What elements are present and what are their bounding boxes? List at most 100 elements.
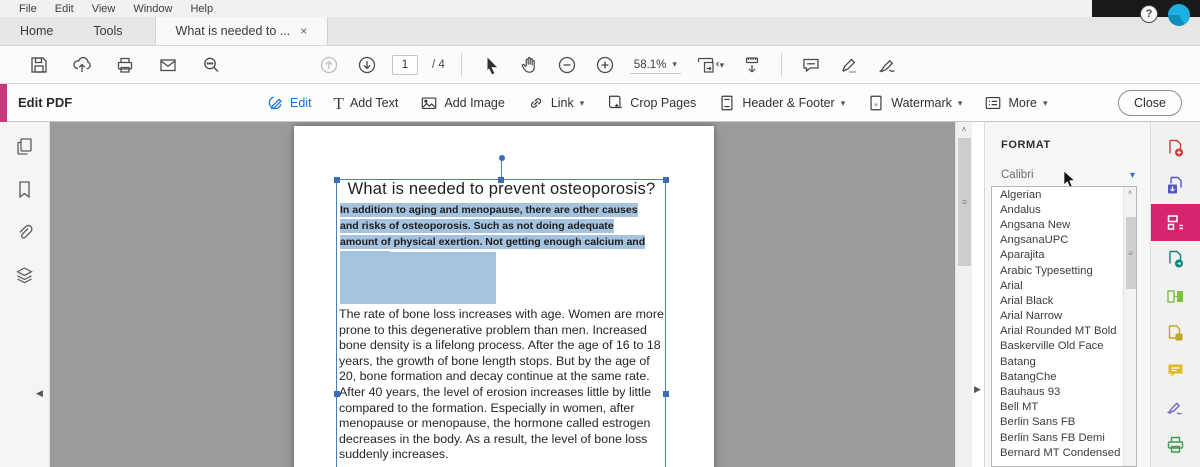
font-option[interactable]: Berlin Sans FB Demi — [992, 430, 1136, 445]
page-thumbnails-icon[interactable] — [14, 136, 35, 157]
search-icon[interactable] — [198, 52, 224, 78]
font-option[interactable]: Arabic Typesetting — [992, 263, 1136, 278]
edit-pdf-tool[interactable] — [1150, 204, 1200, 241]
selection-handle-top-right[interactable] — [662, 176, 669, 183]
font-option[interactable]: Batang — [992, 354, 1136, 369]
watermark-dropdown[interactable]: Watermark ▾ — [867, 94, 962, 112]
document-canvas[interactable]: What is needed to prevent osteoporosis? … — [50, 122, 955, 467]
hand-tool-button[interactable] — [516, 52, 542, 78]
selection-handle-top-left[interactable] — [333, 176, 340, 183]
fill-and-sign-tool[interactable] — [1151, 389, 1200, 426]
tab-close-icon[interactable]: × — [300, 25, 307, 37]
previous-page-button[interactable] — [316, 52, 342, 78]
tab-tools[interactable]: Tools — [73, 17, 142, 45]
font-option[interactable]: Bell MT — [992, 400, 1136, 415]
link-dropdown[interactable]: Link ▾ — [527, 94, 584, 112]
chevron-down-icon: ▾ — [672, 59, 677, 69]
edit-tool-button[interactable]: Edit — [266, 94, 312, 112]
crop-pages-button[interactable]: Crop Pages — [606, 94, 696, 112]
font-option[interactable]: Andalus — [992, 202, 1136, 217]
fit-width-button[interactable]: ▾ — [693, 52, 727, 78]
comment-tool-button[interactable] — [798, 52, 824, 78]
header-footer-dropdown[interactable]: Header & Footer ▾ — [718, 94, 845, 112]
bookmarks-icon[interactable] — [14, 179, 35, 200]
font-option[interactable]: BatangChe — [992, 369, 1136, 384]
crop-icon — [609, 95, 623, 109]
zoom-level-dropdown[interactable]: 58.1% ▾ — [629, 57, 681, 74]
scrolling-mode-button[interactable] — [739, 52, 765, 78]
chevron-down-icon: ▾ — [1129, 169, 1135, 181]
menu-item[interactable]: Help — [181, 3, 222, 15]
selection-handle-top-center[interactable] — [498, 176, 504, 183]
next-page-button[interactable] — [354, 52, 380, 78]
font-list-scrollbar-thumb[interactable]: ≡ — [1125, 217, 1136, 289]
sign-tool-button[interactable] — [874, 52, 900, 78]
chevron-down-icon: ▾ — [579, 97, 585, 108]
tab-document[interactable]: What is needed to ... × — [154, 17, 329, 45]
font-option[interactable]: Algerian — [992, 187, 1136, 202]
menu-item[interactable]: File — [10, 3, 46, 15]
add-text-button[interactable]: T Add Text — [334, 95, 399, 112]
attachments-icon[interactable] — [14, 222, 35, 243]
combine-files-tool[interactable] — [1151, 167, 1200, 204]
close-button[interactable]: Close — [1118, 90, 1182, 116]
save-button[interactable] — [26, 52, 52, 78]
selection-handle-middle-left[interactable] — [333, 391, 340, 397]
add-image-label: Add Image — [444, 96, 505, 110]
font-option[interactable]: Arial Narrow — [992, 309, 1136, 324]
comment-tool[interactable] — [1151, 352, 1200, 389]
selection-handle-middle-right[interactable] — [662, 391, 669, 397]
text-icon: T — [333, 93, 344, 113]
share-for-review-tool[interactable] — [1151, 315, 1200, 352]
menu-item[interactable]: View — [83, 3, 125, 15]
organize-pages-tool[interactable] — [1151, 278, 1200, 315]
tab-home[interactable]: Home — [0, 17, 73, 45]
menu-items: File Edit View Window Help — [10, 3, 222, 15]
selection-rotate-handle[interactable] — [498, 155, 505, 161]
document-scrollbar[interactable]: ˄ ≡ — [955, 122, 972, 467]
print-production-tool[interactable] — [1151, 426, 1200, 463]
help-icon[interactable]: ? — [1140, 5, 1158, 23]
edit-pdf-accent-bar — [0, 84, 7, 122]
font-option[interactable]: Arial Rounded MT Bold — [992, 324, 1136, 339]
email-button[interactable] — [155, 52, 181, 78]
layers-icon[interactable] — [14, 265, 35, 286]
font-option[interactable]: Arial — [992, 278, 1136, 293]
font-list-scrollbar[interactable]: ˄ ≡ — [1123, 187, 1136, 466]
font-list-scroll-up-icon[interactable]: ˄ — [1124, 187, 1136, 200]
scrollbar-thumb[interactable]: ≡ — [958, 138, 971, 266]
add-image-button[interactable]: Add Image — [420, 94, 505, 112]
font-option[interactable]: Aparajita — [992, 248, 1136, 263]
collapse-right-panel-icon[interactable]: ▶ — [974, 384, 981, 395]
chevron-down-icon: ▾ — [957, 97, 963, 108]
menu-item[interactable]: Window — [124, 3, 181, 15]
zoom-out-button[interactable] — [554, 52, 580, 78]
highlighter-tool-button[interactable] — [836, 52, 862, 78]
text-selection-box[interactable] — [333, 155, 669, 467]
font-option[interactable]: Arial Black — [992, 293, 1136, 308]
more-dropdown[interactable]: More ▾ — [984, 94, 1047, 112]
font-option[interactable]: Baskerville Old Face — [992, 339, 1136, 354]
font-option[interactable]: Bernard MT Condensed — [992, 445, 1136, 460]
collapse-left-panel-icon[interactable]: ◀ — [36, 388, 43, 399]
pdf-page[interactable]: What is needed to prevent osteoporosis? … — [294, 126, 714, 467]
export-pdf-tool[interactable] — [1151, 241, 1200, 278]
select-tool-button[interactable] — [478, 52, 504, 78]
font-option[interactable]: Berlin Sans FB — [992, 415, 1136, 430]
font-list[interactable]: Algerian Andalus Angsana New AngsanaUPC Apar… — [991, 186, 1137, 467]
avatar[interactable] — [1168, 4, 1190, 26]
header-footer-icon — [721, 95, 733, 111]
font-option[interactable]: Bauhaus 93 — [992, 384, 1136, 399]
zoom-in-button[interactable] — [592, 52, 618, 78]
more-list-icon — [986, 97, 1001, 109]
menu-item[interactable]: Edit — [46, 3, 83, 15]
scroll-up-icon[interactable]: ˄ — [956, 122, 972, 137]
format-panel: FORMAT Calibri ▾ Algerian Andalus Angsana … — [984, 122, 1150, 467]
font-option[interactable]: AngsanaUPC — [992, 233, 1136, 248]
page-number-input[interactable] — [392, 55, 418, 75]
header-footer-label: Header & Footer — [742, 96, 835, 110]
share-upload-button[interactable] — [69, 52, 95, 78]
create-pdf-tool[interactable] — [1151, 130, 1200, 167]
font-option[interactable]: Angsana New — [992, 217, 1136, 232]
print-button[interactable] — [112, 52, 138, 78]
